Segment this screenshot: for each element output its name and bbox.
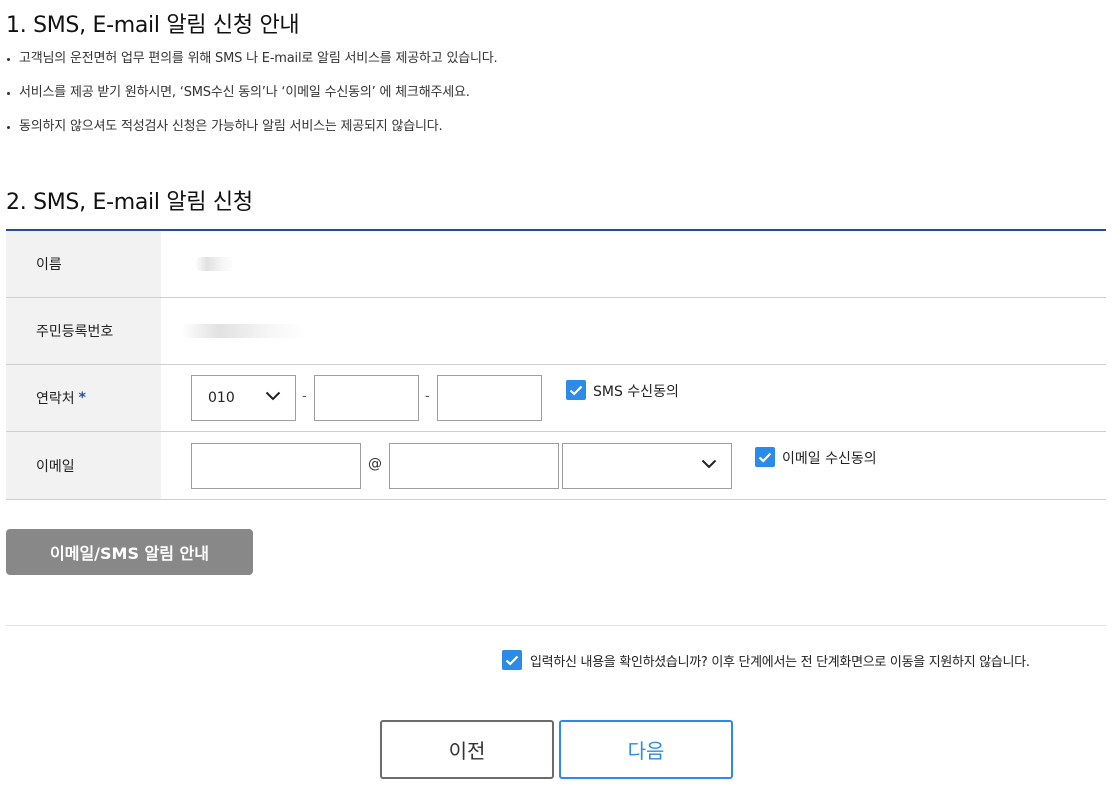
- email-domain-input[interactable]: [389, 443, 559, 489]
- phone-value-cell: 010 - - SMS 수신동의: [161, 365, 1106, 431]
- phone-separator: -: [302, 389, 307, 404]
- phone-prefix-select[interactable]: 010: [191, 375, 296, 421]
- phone-label: 연락처 *: [6, 365, 161, 431]
- name-value-cell: [161, 231, 1106, 297]
- prev-button[interactable]: 이전: [380, 720, 554, 779]
- notice-item: 동의하지 않으셔도 적성검사 신청은 가능하나 알림 서비스는 제공되지 않습니…: [6, 116, 497, 150]
- divider: [6, 625, 1106, 626]
- sms-consent-checkbox[interactable]: [566, 380, 586, 400]
- rrn-row: 주민등록번호: [6, 298, 1106, 365]
- check-icon: [569, 385, 583, 396]
- notification-guide-button[interactable]: 이메일/SMS 알림 안내: [6, 529, 253, 575]
- sms-consent-label[interactable]: SMS 수신동의: [593, 381, 679, 401]
- chevron-down-icon: [265, 391, 281, 401]
- masked-rrn-value: [181, 324, 306, 338]
- chevron-down-icon: [701, 459, 717, 469]
- name-row: 이름: [6, 231, 1106, 298]
- phone-label-text: 연락처: [36, 391, 75, 407]
- notice-item: 서비스를 제공 받기 원하시면, ‘SMS수신 동의’나 ‘이메일 수신동의’ …: [6, 82, 497, 116]
- rrn-label-text: 주민등록번호: [36, 324, 114, 340]
- rrn-value-cell: [161, 298, 1106, 364]
- notice-item: 고객님의 운전면허 업무 편의를 위해 SMS 나 E-mail로 알림 서비스…: [6, 48, 498, 82]
- name-label: 이름: [6, 231, 161, 297]
- section-2-title: 2. SMS, E-mail 알림 신청: [6, 190, 253, 215]
- email-label-text: 이메일: [36, 458, 75, 475]
- masked-name-value: [195, 257, 235, 271]
- phone-row: 연락처 * 010 - - SMS 수신동의: [6, 365, 1106, 432]
- email-label: 이메일: [6, 432, 161, 499]
- name-label-text: 이름: [36, 257, 62, 273]
- email-consent-label[interactable]: 이메일 수신동의: [782, 448, 877, 468]
- phone-last-input[interactable]: [437, 375, 542, 421]
- email-domain-select[interactable]: [562, 443, 732, 489]
- email-local-input[interactable]: [191, 443, 361, 489]
- confirm-checkbox[interactable]: [502, 650, 522, 670]
- notification-form-table: 이름 주민등록번호 연락처 * 010 - - SMS 수신동의 이메일 @ 이…: [6, 229, 1106, 500]
- email-value-cell: @ 이메일 수신동의: [161, 432, 1106, 499]
- next-button[interactable]: 다음: [559, 720, 733, 779]
- email-at-sign: @: [368, 456, 382, 472]
- email-consent-checkbox[interactable]: [755, 447, 775, 467]
- email-row: 이메일 @ 이메일 수신동의: [6, 432, 1106, 500]
- check-icon: [505, 655, 519, 666]
- rrn-label: 주민등록번호: [6, 298, 161, 364]
- phone-prefix-value: 010: [208, 390, 235, 406]
- section-1-title: 1. SMS, E-mail 알림 신청 안내: [6, 13, 300, 38]
- check-icon: [758, 452, 772, 463]
- notice-list: 고객님의 운전면허 업무 편의를 위해 SMS 나 E-mail로 알림 서비스…: [6, 48, 498, 150]
- required-mark: *: [78, 390, 86, 406]
- confirm-text[interactable]: 입력하신 내용을 확인하셨습니까? 이후 단계에서는 전 단계화면으로 이동을 …: [530, 651, 1030, 670]
- sms-email-notification-page: 1. SMS, E-mail 알림 신청 안내 고객님의 운전면허 업무 편의를…: [0, 0, 1113, 790]
- phone-separator: -: [425, 389, 430, 404]
- phone-middle-input[interactable]: [314, 375, 419, 421]
